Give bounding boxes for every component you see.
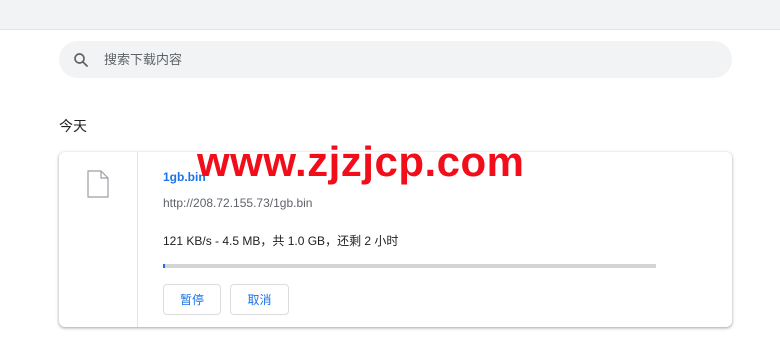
top-toolbar <box>0 0 780 30</box>
file-icon <box>87 170 109 198</box>
download-progress-bar <box>163 264 656 268</box>
download-progress-fill <box>163 264 166 268</box>
download-source-url[interactable]: http://208.72.155.73/1gb.bin <box>163 196 312 210</box>
search-bar[interactable]: 搜索下载内容 <box>59 41 732 78</box>
download-status-text: 121 KB/s - 4.5 MB，共 1.0 GB，还剩 2 小时 <box>163 234 399 248</box>
cancel-button[interactable]: 取消 <box>230 284 289 315</box>
section-date-heading: 今天 <box>59 118 87 134</box>
search-icon <box>74 53 88 67</box>
search-input[interactable]: 搜索下载内容 <box>104 41 182 78</box>
pause-button[interactable]: 暂停 <box>163 284 221 315</box>
watermark-overlay: www.zjzjcp.com <box>197 138 525 185</box>
card-divider <box>137 152 138 327</box>
